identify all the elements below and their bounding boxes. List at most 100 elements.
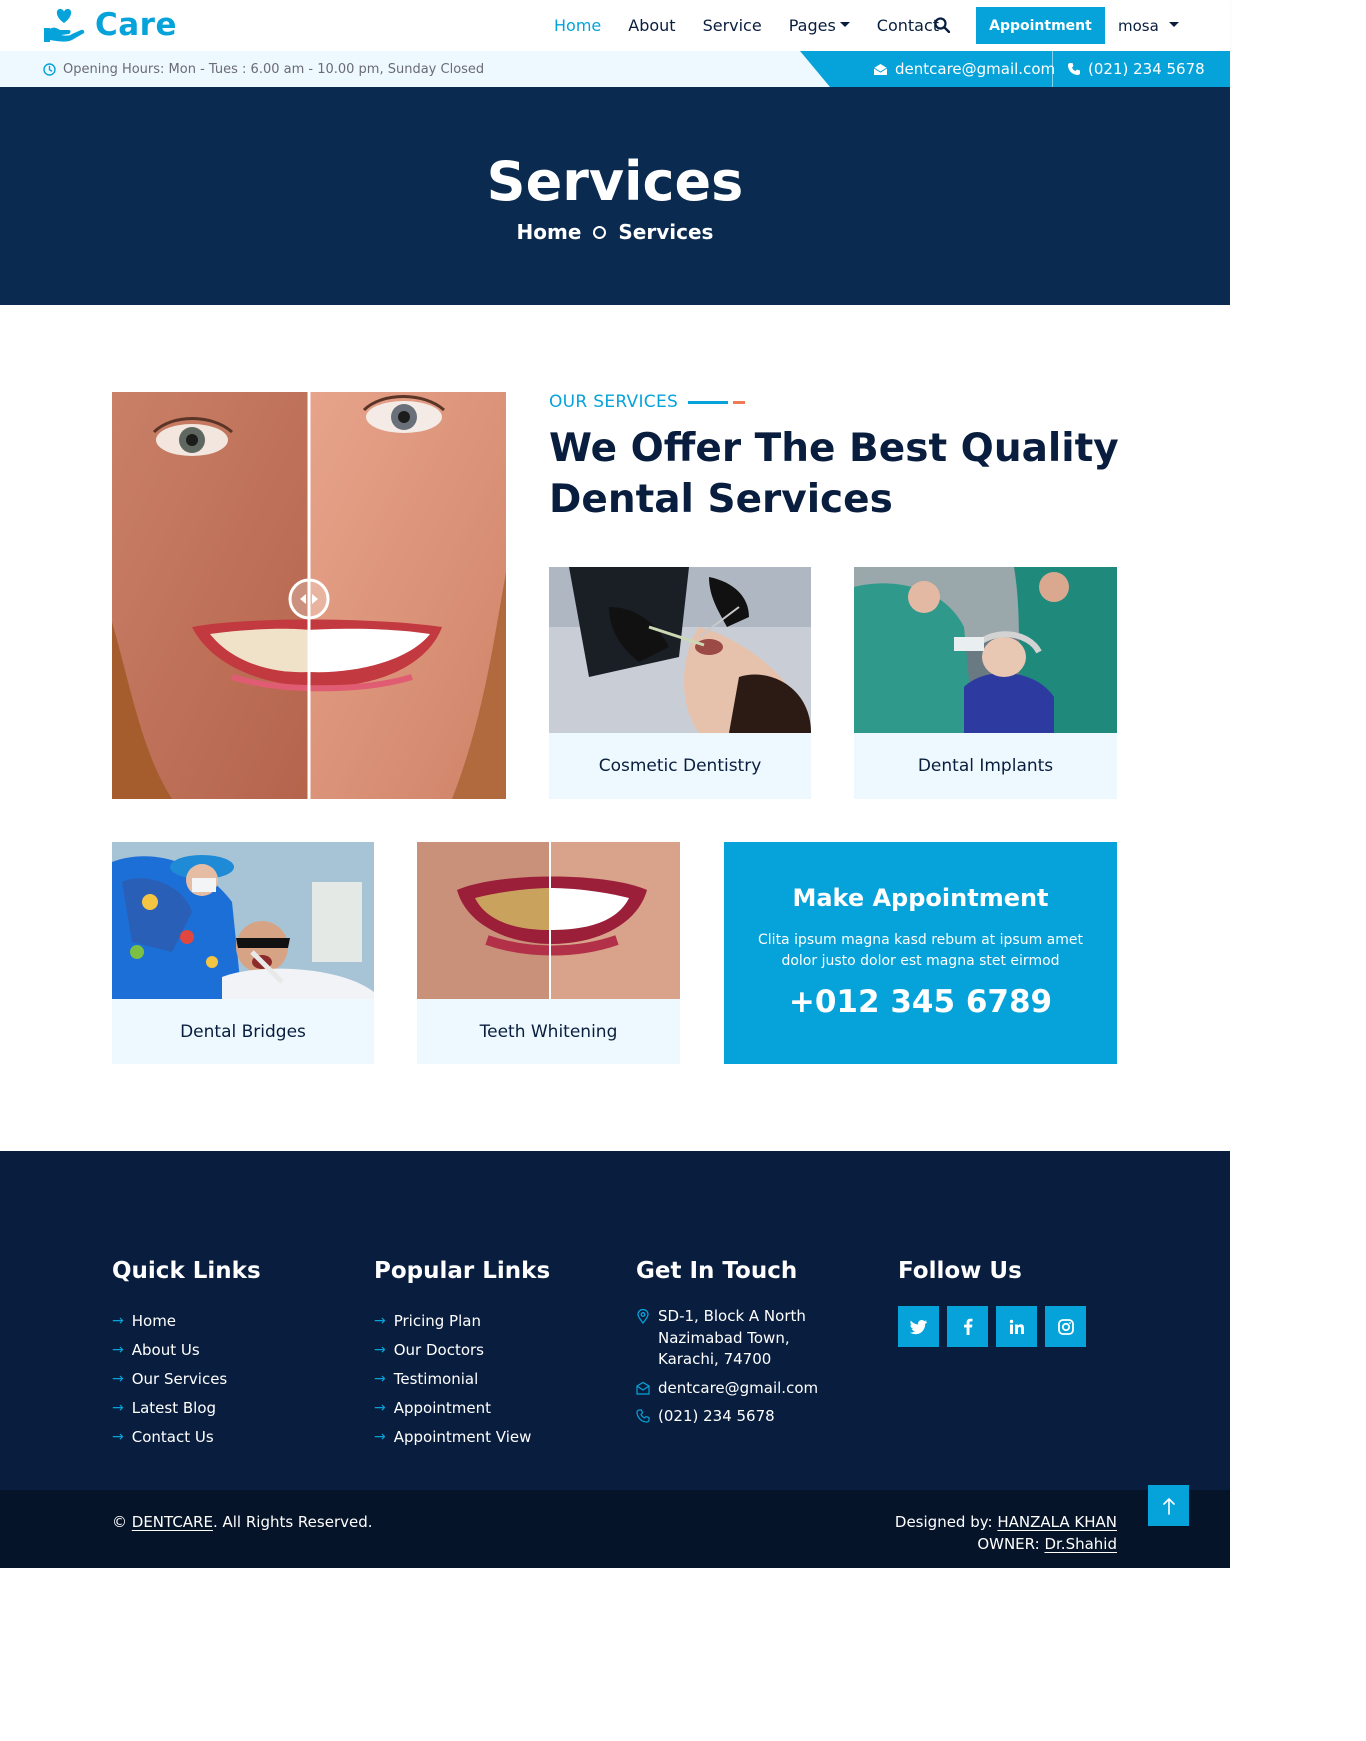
nav-pages-label: Pages [788,16,836,35]
rights-text: . All Rights Reserved. [212,1513,373,1531]
opening-hours: Opening Hours: Mon - Tues : 6.00 am - 10… [43,51,484,87]
cosmetic-dentistry-photo [549,567,811,733]
designed-by-line: Designed by: HANZALA KHAN [895,1511,1117,1533]
appointment-button[interactable]: Appointment [976,7,1105,44]
footer-popular-links: Popular Links → Pricing Plan → Our Doctors… [374,1258,550,1451]
facebook-icon[interactable] [947,1306,988,1347]
user-name: mosa [1118,16,1159,35]
footer-link-home[interactable]: → Home [112,1306,261,1335]
owner-label: OWNER: [977,1535,1040,1553]
footer-link-pricing-plan[interactable]: → Pricing Plan [374,1306,550,1335]
copyright-text: © DENTCARE. All Rights Reserved. [112,1513,373,1531]
label-line-primary [688,400,729,404]
footer-email[interactable]: dentcare@gmail.com [636,1378,836,1400]
service-title: Cosmetic Dentistry [598,755,762,776]
footer-heading: Popular Links [374,1258,551,1284]
designer-link[interactable]: HANZALA KHAN [997,1513,1117,1531]
footer-heading: Get In Touch [636,1258,798,1284]
clock-icon [43,62,56,76]
topbar-phone-text: (021) 234 5678 [1088,60,1205,78]
nav-about[interactable]: About [628,16,675,35]
footer-link-our-services[interactable]: → Our Services [112,1364,261,1393]
dentcare-link[interactable]: DENTCARE [132,1513,213,1531]
designed-by-label: Designed by: [894,1513,993,1531]
services-section: OUR SERVICES We Offer The Best Quality D… [0,305,1230,1151]
nav-contact[interactable]: Contact [877,16,939,35]
owner-line: OWNER: Dr.Shahid [895,1533,1117,1555]
footer-link-about-us[interactable]: → About Us [112,1335,261,1364]
heart-hand-icon [44,8,85,42]
footer-link-appointment[interactable]: → Appointment [374,1393,550,1422]
nav-service[interactable]: Service [703,16,762,35]
service-title: Dental Bridges [180,1021,306,1042]
phone-icon [636,1409,650,1423]
section-heading: We Offer The Best Quality Dental Service… [549,426,1119,522]
breadcrumb: Home Services [0,220,1230,244]
breadcrumb-services[interactable]: Services [618,220,713,244]
footer-email-text: dentcare@gmail.com [658,1378,819,1397]
teeth-whitening-photo [417,842,680,999]
arrow-right-icon: → [374,1370,386,1387]
dental-implants-photo [854,567,1117,733]
footer-link-our-doctors[interactable]: → Our Doctors [374,1335,550,1364]
service-card[interactable]: Teeth Whitening [417,842,680,1064]
make-appointment-phone[interactable]: +012 345 6789 [724,984,1117,1020]
main-nav: Home About Service Pages Contact [554,0,966,51]
footer-link-label: Testimonial [393,1369,479,1388]
footer-phone-text: (021) 234 5678 [658,1407,775,1425]
service-card[interactable]: Dental Bridges [112,842,374,1064]
service-image [854,567,1117,733]
envelope-icon [636,1381,650,1395]
footer-heading: Quick Links [112,1258,261,1284]
footer-phone[interactable]: (021) 234 5678 [636,1406,836,1428]
topbar: Opening Hours: Mon - Tues : 6.00 am - 10… [0,51,1230,87]
footer-quick-links: Quick Links → Home → About Us → Our Service… [112,1258,261,1451]
copyright-bar: © DENTCARE. All Rights Reserved. Designe… [0,1485,1230,1568]
footer-address: SD-1, Block A North Nazimabad Town, Kara… [636,1306,836,1371]
service-image [112,842,374,999]
arrow-right-icon: → [112,1428,124,1445]
footer-link-contact-us[interactable]: → Contact Us [112,1422,261,1451]
section-label: OUR SERVICES [549,392,746,412]
back-to-top-button[interactable] [1148,1485,1189,1526]
topbar-email[interactable]: dentcare@gmail.com [873,51,1055,87]
service-card[interactable]: Cosmetic Dentistry [549,567,811,799]
arrow-up-icon [1162,1497,1175,1515]
owner-link[interactable]: Dr.Shahid [1044,1535,1117,1553]
user-menu-dropdown[interactable]: mosa [1118,0,1179,51]
footer-link-label: About Us [131,1340,200,1359]
page-title: Services [486,150,744,213]
topbar-phone[interactable]: (021) 234 5678 [1067,51,1205,87]
footer-link-testimonial[interactable]: → Testimonial [374,1364,550,1393]
linkedin-icon[interactable] [996,1306,1037,1347]
footer-link-appointment-view[interactable]: → Appointment View [374,1422,550,1451]
arrow-right-icon: → [374,1399,386,1416]
make-appointment-text: Clita ipsum magna kasd rebum at ipsum am… [758,932,1083,969]
service-title: Teeth Whitening [479,1021,618,1042]
footer-link-label: Appointment View [393,1427,532,1446]
social-links [898,1306,1094,1347]
dental-bridges-photo [112,842,374,999]
before-after-slider[interactable] [112,392,506,799]
footer-link-label: Pricing Plan [393,1311,481,1330]
arrow-right-icon: → [374,1312,386,1329]
footer-heading: Follow Us [898,1258,1022,1284]
arrow-right-icon: → [112,1312,124,1329]
instagram-icon[interactable] [1045,1306,1086,1347]
twitter-icon[interactable] [898,1306,939,1347]
nav-pages-dropdown[interactable]: Pages [789,16,850,35]
brand-logo[interactable]: Care [42,6,177,44]
service-image [549,567,811,733]
circle-separator-icon [593,225,607,239]
arrow-right-icon: → [374,1341,386,1358]
phone-icon [1068,63,1080,75]
breadcrumb-home[interactable]: Home [517,220,582,244]
footer-link-latest-blog[interactable]: → Latest Blog [112,1393,261,1422]
service-card[interactable]: Dental Implants [854,567,1117,799]
make-appointment-title: Make Appointment [792,884,1049,912]
nav-home[interactable]: Home [554,16,601,35]
footer: Quick Links → Home → About Us → Our Service… [0,1151,1230,1490]
brand-name: Care [95,7,177,43]
search-icon[interactable] [934,17,950,33]
map-pin-icon [637,1309,649,1324]
